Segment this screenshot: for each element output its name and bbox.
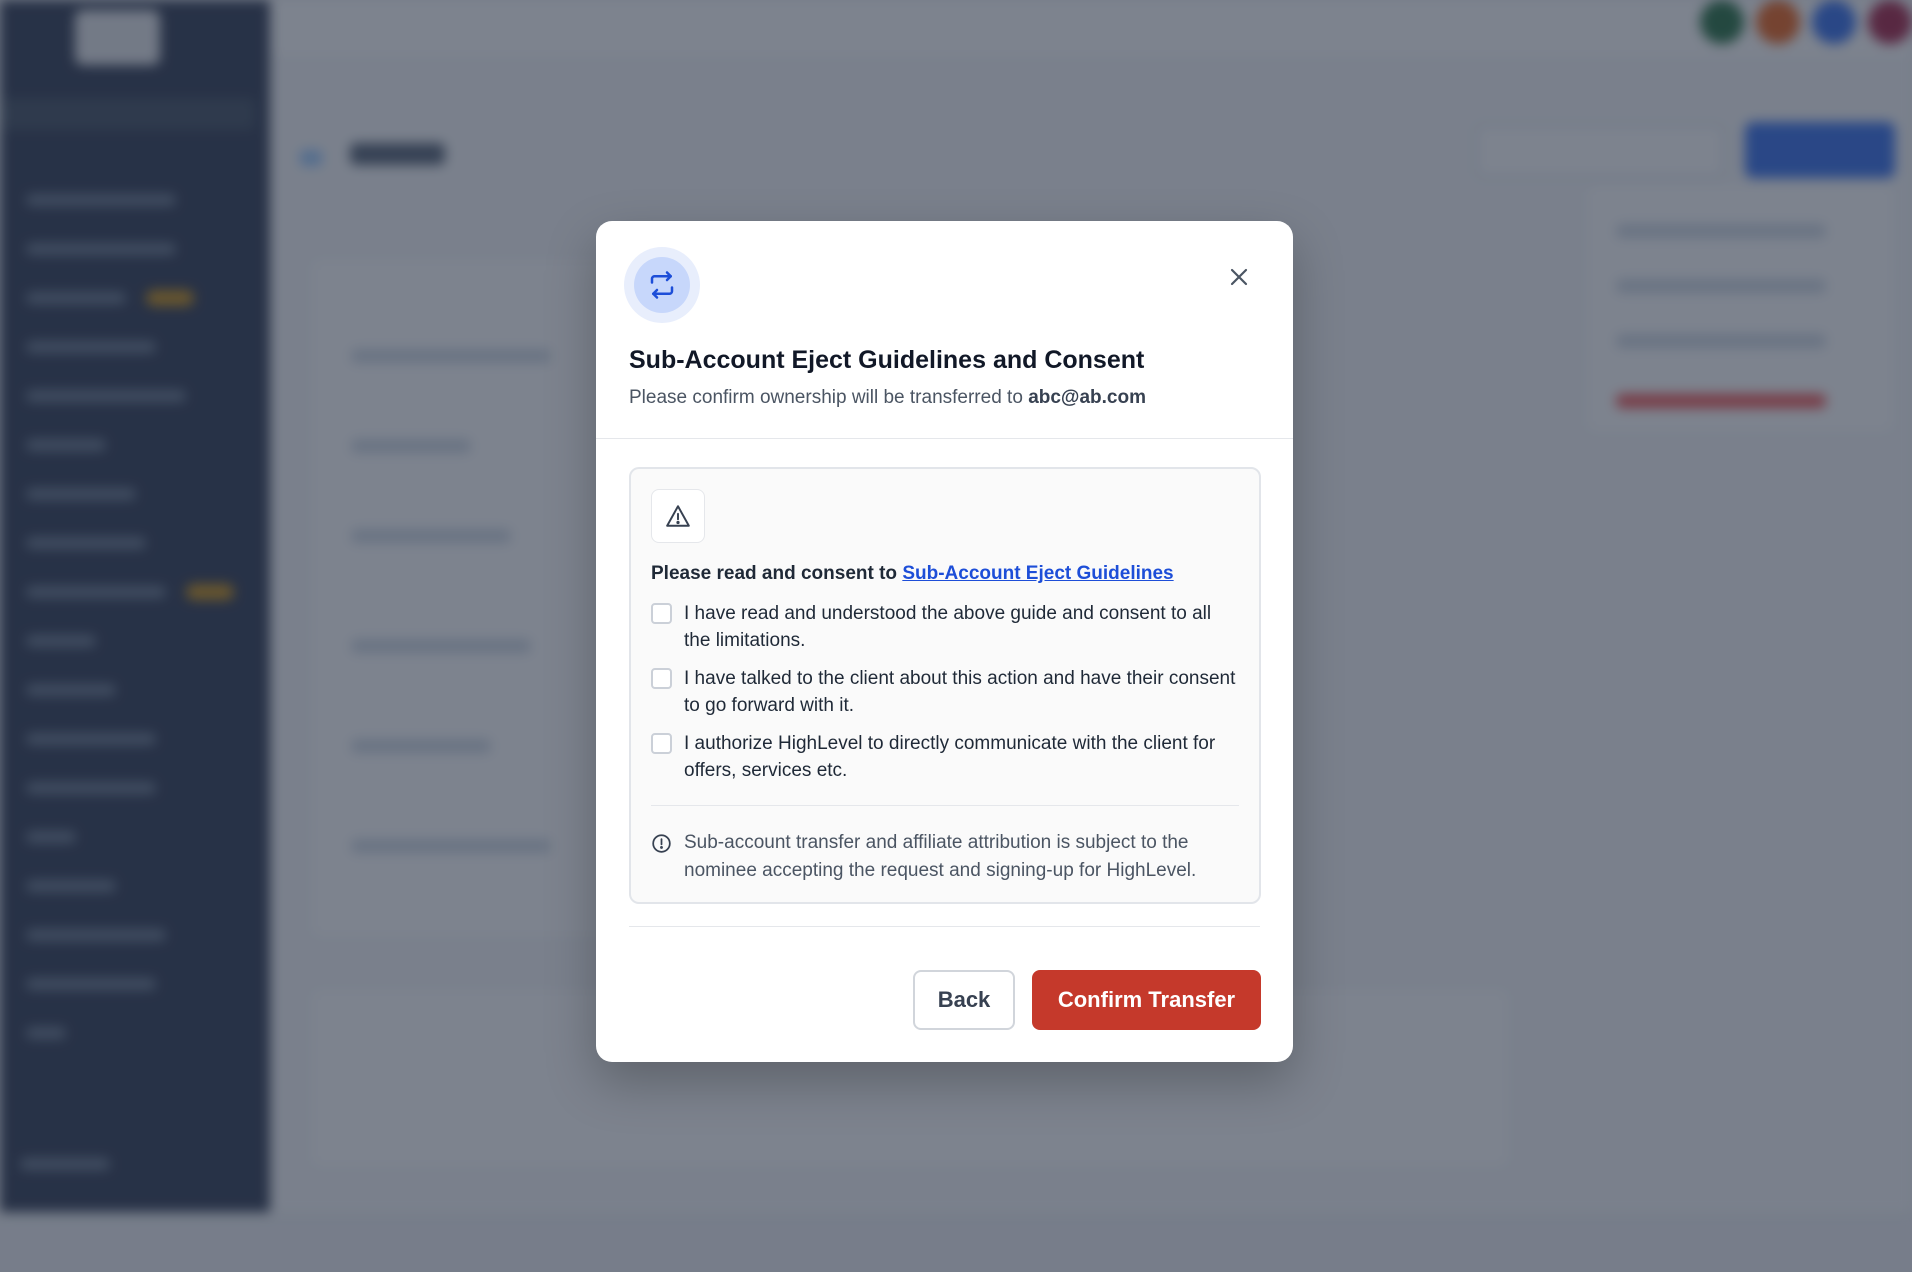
subtitle-text: Please confirm ownership will be transfe… (629, 387, 1029, 408)
info-text: Sub-account transfer and affiliate attri… (684, 832, 1197, 881)
consent-checkbox-label[interactable]: I have talked to the client about this a… (684, 665, 1241, 719)
consent-heading: Please read and consent to Sub-Account E… (651, 563, 1174, 585)
consent-checkbox-row[interactable]: I have talked to the client about this a… (651, 665, 1241, 719)
consent-checkbox-2[interactable] (651, 668, 672, 689)
eject-consent-modal: Sub-Account Eject Guidelines and Consent… (596, 221, 1293, 1062)
warning-triangle-icon (651, 489, 705, 543)
info-note: Sub-account transfer and affiliate attri… (651, 829, 1241, 885)
consent-checkbox-label[interactable]: I have read and understood the above gui… (684, 600, 1241, 654)
transfer-arrows-icon (624, 247, 700, 323)
back-button[interactable]: Back (913, 970, 1015, 1030)
divider (651, 805, 1239, 806)
recipient-email: abc@ab.com (1028, 387, 1146, 408)
modal-subtitle: Please confirm ownership will be transfe… (629, 387, 1146, 409)
consent-checkbox-1[interactable] (651, 603, 672, 624)
info-circle-icon (651, 833, 672, 859)
modal-title: Sub-Account Eject Guidelines and Consent (629, 346, 1145, 374)
consent-checkbox-row[interactable]: I have read and understood the above gui… (651, 600, 1241, 654)
consent-checkbox-row[interactable]: I authorize HighLevel to directly commun… (651, 730, 1241, 784)
guidelines-link[interactable]: Sub-Account Eject Guidelines (902, 563, 1173, 584)
consent-panel: Please read and consent to Sub-Account E… (629, 467, 1261, 904)
modal-header: Sub-Account Eject Guidelines and Consent… (596, 221, 1293, 439)
divider (629, 926, 1260, 927)
consent-checkbox-label[interactable]: I authorize HighLevel to directly commun… (684, 730, 1241, 784)
confirm-transfer-button[interactable]: Confirm Transfer (1032, 970, 1261, 1030)
consent-heading-text: Please read and consent to (651, 563, 903, 584)
close-icon[interactable] (1221, 259, 1257, 295)
consent-checkbox-3[interactable] (651, 733, 672, 754)
